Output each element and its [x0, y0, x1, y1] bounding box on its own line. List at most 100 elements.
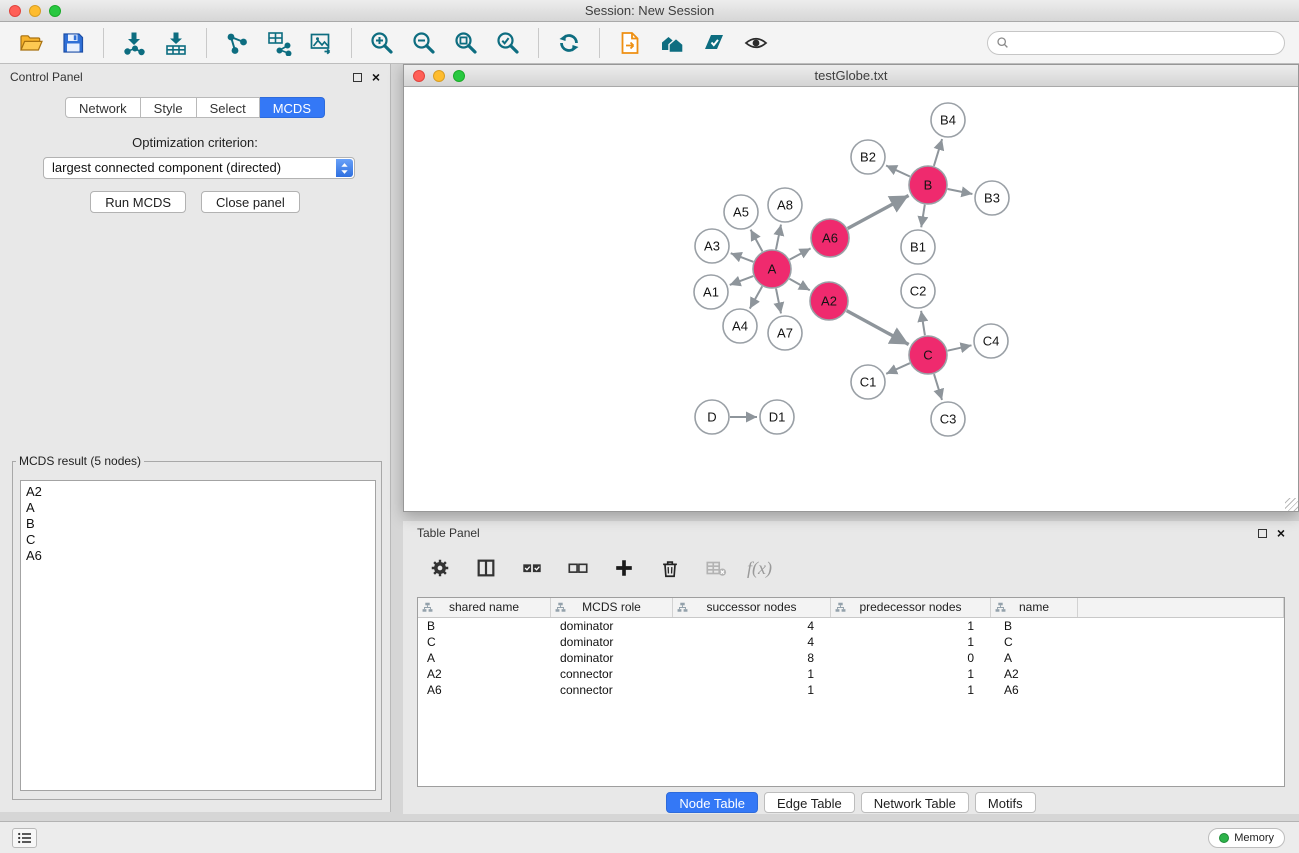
edge-A6-B[interactable] — [848, 196, 909, 229]
delete-row-button[interactable] — [655, 553, 685, 583]
network-zoom-button[interactable] — [453, 70, 465, 82]
edge-C-C4[interactable] — [948, 345, 972, 350]
node-A4[interactable]: A4 — [723, 309, 757, 343]
result-item-a2[interactable]: A2 — [26, 484, 370, 500]
node-A6[interactable]: A6 — [811, 219, 849, 257]
node-C4[interactable]: C4 — [974, 324, 1008, 358]
table-float-panel-icon[interactable] — [1258, 529, 1267, 538]
edge-C-C2[interactable] — [921, 311, 925, 335]
result-item-a6[interactable]: A6 — [26, 548, 370, 564]
edge-A-A4[interactable] — [750, 286, 762, 308]
zoom-fit-button[interactable] — [449, 26, 483, 60]
table-row-a[interactable]: Adominator80A — [418, 650, 1284, 666]
import-network-button[interactable] — [117, 26, 151, 60]
zoom-out-button[interactable] — [407, 26, 441, 60]
node-A7[interactable]: A7 — [768, 316, 802, 350]
zoom-in-button[interactable] — [365, 26, 399, 60]
column-header-mcds-role[interactable]: MCDS role — [551, 598, 673, 617]
tab-select[interactable]: Select — [197, 97, 260, 118]
network-canvas[interactable]: B4 B2 B B3 A8 A5 A6 A3 B1 A C2 A1 A2 A4 A7 C4 C C1 C3 D D1 — [404, 87, 1298, 511]
close-panel-button[interactable]: Close panel — [201, 191, 300, 213]
node-B3[interactable]: B3 — [975, 181, 1009, 215]
open-session-button[interactable] — [14, 26, 48, 60]
float-panel-icon[interactable] — [353, 73, 362, 82]
node-A5[interactable]: A5 — [724, 195, 758, 229]
edge-B-B4[interactable] — [934, 139, 942, 166]
edge-A2-C[interactable] — [847, 311, 909, 345]
zoom-window-button[interactable] — [49, 5, 61, 17]
show-hide-details-button[interactable] — [739, 26, 773, 60]
result-item-b[interactable]: B — [26, 516, 370, 532]
node-A[interactable]: A — [753, 250, 791, 288]
node-C1[interactable]: C1 — [851, 365, 885, 399]
refresh-layout-button[interactable] — [552, 26, 586, 60]
zoom-selected-button[interactable] — [491, 26, 525, 60]
select-all-button[interactable] — [517, 553, 547, 583]
edge-A-A8[interactable] — [776, 225, 781, 250]
node-A2[interactable]: A2 — [810, 282, 848, 320]
table-row-a2[interactable]: A2connector11A2 — [418, 666, 1284, 682]
table-row-c[interactable]: Cdominator41C — [418, 634, 1284, 650]
node-C[interactable]: C — [909, 336, 947, 374]
column-header-predecessor-nodes[interactable]: predecessor nodes — [831, 598, 991, 617]
node-B2[interactable]: B2 — [851, 140, 885, 174]
optimization-dropdown[interactable]: largest connected component (directed) — [43, 157, 355, 179]
network-from-table-button[interactable] — [262, 26, 296, 60]
network-close-button[interactable] — [413, 70, 425, 82]
minimize-window-button[interactable] — [29, 5, 41, 17]
export-network-button[interactable] — [613, 26, 647, 60]
node-A8[interactable]: A8 — [768, 188, 802, 222]
save-session-button[interactable] — [56, 26, 90, 60]
search-input[interactable] — [1015, 36, 1276, 50]
mcds-result-list[interactable]: A2ABCA6 — [20, 480, 376, 791]
table-row-a6[interactable]: A6connector11A6 — [418, 682, 1284, 698]
edge-A-A1[interactable] — [730, 276, 754, 285]
status-menu-button[interactable] — [12, 828, 37, 848]
resize-grip[interactable] — [1285, 498, 1298, 511]
edge-A-A2[interactable] — [789, 279, 809, 290]
column-header-shared-name[interactable]: shared name — [418, 598, 551, 617]
node-C2[interactable]: C2 — [901, 274, 935, 308]
edge-B-B3[interactable] — [948, 189, 973, 194]
memory-indicator[interactable]: Memory — [1208, 828, 1285, 848]
tab-motifs[interactable]: Motifs — [975, 792, 1036, 813]
network-minimize-button[interactable] — [433, 70, 445, 82]
run-mcds-button[interactable]: Run MCDS — [90, 191, 186, 213]
table-settings-button[interactable] — [425, 553, 455, 583]
tab-network[interactable]: Network — [65, 97, 141, 118]
delete-table-button[interactable] — [701, 553, 731, 583]
result-item-c[interactable]: C — [26, 532, 370, 548]
result-item-a[interactable]: A — [26, 500, 370, 516]
column-header-name[interactable]: name — [991, 598, 1078, 617]
import-table-button[interactable] — [159, 26, 193, 60]
network-graph[interactable]: B4 B2 B B3 A8 A5 A6 A3 B1 A C2 A1 A2 A4 A7 C4 C C1 C3 D D1 — [404, 87, 1298, 511]
tab-node-table[interactable]: Node Table — [666, 792, 758, 813]
control-panel-close-icon[interactable]: × — [372, 72, 380, 82]
node-D1[interactable]: D1 — [760, 400, 794, 434]
node-B4[interactable]: B4 — [931, 103, 965, 137]
edge-A-A7[interactable] — [776, 289, 781, 314]
table-panel-close-icon[interactable]: × — [1277, 528, 1285, 538]
node-C3[interactable]: C3 — [931, 402, 965, 436]
node-A1[interactable]: A1 — [694, 275, 728, 309]
edge-A-A6[interactable] — [790, 248, 811, 259]
search-box[interactable] — [987, 31, 1285, 55]
function-builder-button[interactable]: f(x) — [747, 553, 772, 583]
export-image-button[interactable] — [304, 26, 338, 60]
node-A3[interactable]: A3 — [695, 229, 729, 263]
edge-C-C1[interactable] — [886, 363, 910, 374]
edge-A-A3[interactable] — [731, 253, 754, 262]
add-row-button[interactable] — [609, 553, 639, 583]
tab-style[interactable]: Style — [141, 97, 197, 118]
new-network-button[interactable] — [220, 26, 254, 60]
node-B1[interactable]: B1 — [901, 230, 935, 264]
column-layout-button[interactable] — [471, 553, 501, 583]
tab-edge-table[interactable]: Edge Table — [764, 792, 855, 813]
style-check-button[interactable] — [697, 26, 731, 60]
node-B[interactable]: B — [909, 166, 947, 204]
node-D[interactable]: D — [695, 400, 729, 434]
edge-C-C3[interactable] — [934, 374, 942, 400]
close-window-button[interactable] — [9, 5, 21, 17]
table-row-b[interactable]: Bdominator41B — [418, 618, 1284, 634]
tab-mcds[interactable]: MCDS — [260, 97, 325, 118]
